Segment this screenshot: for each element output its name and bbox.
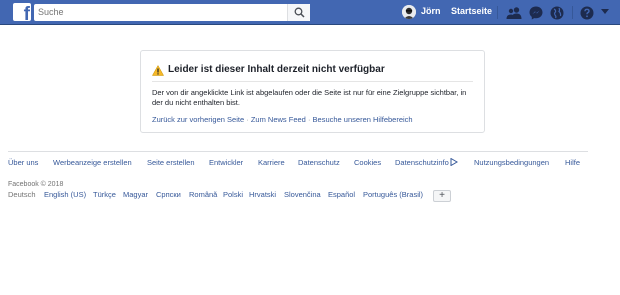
warning-icon xyxy=(152,65,164,76)
adchoices-label: Datenschutzinfo xyxy=(395,158,449,167)
language-serbian[interactable]: Српски xyxy=(156,190,181,199)
news-feed-link[interactable]: Zum News Feed xyxy=(251,115,306,124)
footer-divider xyxy=(8,151,588,152)
facebook-logo-letter: f xyxy=(23,4,30,21)
help-icon[interactable] xyxy=(579,5,595,21)
footer-link-terms[interactable]: Nutzungsbedingungen xyxy=(474,158,549,167)
language-current: Deutsch xyxy=(8,190,36,199)
home-link[interactable]: Startseite xyxy=(451,6,492,16)
nav-divider xyxy=(497,6,498,19)
language-polish[interactable]: Polski xyxy=(223,190,243,199)
back-link[interactable]: Zurück zur vorherigen Seite xyxy=(152,115,244,124)
avatar[interactable] xyxy=(402,5,416,19)
help-center-link[interactable]: Besuche unseren Hilfebereich xyxy=(313,115,413,124)
language-croatian[interactable]: Hrvatski xyxy=(249,190,276,199)
friends-icon[interactable] xyxy=(506,5,522,21)
facebook-logo[interactable]: f xyxy=(13,3,31,21)
language-hungarian[interactable]: Magyar xyxy=(123,190,148,199)
footer-link-help[interactable]: Hilfe xyxy=(565,158,580,167)
error-description: Der von dir angeklickte Link ist abgelau… xyxy=(152,88,467,107)
search-icon xyxy=(294,7,305,18)
top-navigation-bar: f Jörn Startseite xyxy=(0,0,620,25)
adchoices-icon xyxy=(450,158,458,166)
profile-name-link[interactable]: Jörn xyxy=(421,6,441,16)
copyright: Facebook © 2018 xyxy=(8,181,64,188)
footer-link-developers[interactable]: Entwickler xyxy=(209,158,243,167)
messenger-icon[interactable] xyxy=(528,5,544,21)
language-turkish[interactable]: Türkçe xyxy=(93,190,116,199)
search-button[interactable] xyxy=(287,4,310,21)
nav-divider xyxy=(572,6,573,19)
language-romanian[interactable]: Română xyxy=(189,190,217,199)
footer-link-about[interactable]: Über uns xyxy=(8,158,38,167)
notifications-globe-icon[interactable] xyxy=(549,5,565,21)
language-english[interactable]: English (US) xyxy=(44,190,86,199)
link-separator: · xyxy=(246,115,249,124)
footer-link-adchoices[interactable]: Datenschutzinfo xyxy=(395,158,458,167)
footer-link-careers[interactable]: Karriere xyxy=(258,158,285,167)
language-slovak[interactable]: Slovenčina xyxy=(284,190,321,199)
footer-link-create-page[interactable]: Seite erstellen xyxy=(147,158,195,167)
content-unavailable-box: Leider ist dieser Inhalt derzeit nicht v… xyxy=(140,50,485,133)
link-separator: · xyxy=(307,115,311,124)
add-language-button[interactable]: + xyxy=(433,190,451,202)
footer-link-create-ad[interactable]: Werbeanzeige erstellen xyxy=(53,158,132,167)
footer-link-privacy[interactable]: Datenschutz xyxy=(298,158,340,167)
menu-caret-icon[interactable] xyxy=(601,9,609,15)
language-portuguese[interactable]: Português (Brasil) xyxy=(363,190,423,199)
error-title: Leider ist dieser Inhalt derzeit nicht v… xyxy=(168,64,385,75)
language-spanish[interactable]: Español xyxy=(328,190,355,199)
search-input[interactable] xyxy=(34,4,310,21)
error-links: Zurück zur vorherigen Seite · Zum News F… xyxy=(152,115,413,124)
footer-link-cookies[interactable]: Cookies xyxy=(354,158,381,167)
error-header: Leider ist dieser Inhalt derzeit nicht v… xyxy=(152,64,473,82)
